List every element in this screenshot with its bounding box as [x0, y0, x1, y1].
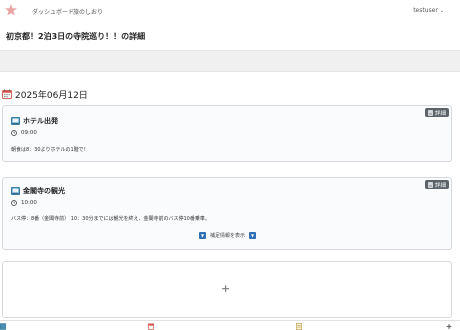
spot-icon[interactable]: [0, 323, 6, 330]
user-menu[interactable]: testuser ⌄: [413, 7, 444, 14]
memo-icon[interactable]: [296, 323, 302, 330]
show-extra-info-toggle[interactable]: ▼ 補足情報を表示 ▼: [199, 232, 257, 239]
spot-time: 09:00: [21, 130, 37, 136]
user-name: testuser: [413, 7, 438, 14]
bottom-toolbar: [0, 320, 460, 330]
divider-bar: [0, 50, 460, 72]
nav-create-link[interactable]: 旅のしおり: [73, 7, 103, 16]
document-icon: [428, 109, 433, 116]
spot-time: 10:00: [21, 200, 37, 206]
spot-card: 詳細 金閣寺の観光 10:00 バス停：8番（金閣寺前） 10：30分までには観…: [2, 177, 452, 250]
spot-title: 金閣寺の観光: [23, 187, 65, 195]
spot-title-row: ホテル出発: [11, 116, 58, 126]
star-logo-icon[interactable]: [4, 3, 18, 17]
detail-button-label: 詳細: [434, 110, 446, 117]
spot-time-row: 09:00: [11, 130, 37, 136]
navbar: ダッシュボード 旅のしおり testuser ⌄: [0, 0, 460, 24]
clock-icon: [11, 200, 17, 206]
plus-icon: +: [221, 282, 231, 295]
detail-button[interactable]: 詳細: [424, 180, 449, 189]
spot-time-row: 10:00: [11, 200, 37, 206]
spot-title-row: 金閣寺の観光: [11, 186, 65, 196]
chevron-down-icon: ▼: [199, 232, 206, 239]
page-title: 初京都！2泊3日の寺院巡り！！の詳細: [6, 32, 146, 41]
spot-icon: [11, 187, 20, 195]
clock-icon: [11, 130, 17, 136]
spot-title: ホテル出発: [23, 117, 58, 125]
spot-memo: バス停：8番（金閣寺前） 10：30分までには観光を終え、金閣寺前のバス停10番…: [11, 216, 210, 222]
nav-dashboard-link[interactable]: ダッシュボード: [32, 7, 74, 16]
spot-memo: 朝食は8：30よりホテルの1階で！: [11, 147, 89, 153]
chevron-down-icon: ⌄: [439, 8, 444, 14]
calendar-icon[interactable]: [148, 323, 154, 330]
toggle-label: 補足情報を表示: [210, 233, 246, 239]
calendar-icon: [2, 89, 12, 99]
add-spot-button[interactable]: +: [2, 261, 452, 318]
chevron-down-icon: ▼: [249, 232, 257, 239]
day-header: 2025年06月12日: [2, 88, 88, 101]
spot-card: 詳細 ホテル出発 09:00 朝食は8：30よりホテルの1階で！: [2, 105, 452, 162]
document-icon: [428, 181, 433, 188]
detail-button-label: 詳細: [434, 182, 446, 189]
day-date: 2025年06月12日: [15, 90, 88, 101]
detail-button[interactable]: 詳細: [424, 108, 449, 117]
plus-icon[interactable]: [446, 323, 452, 330]
spot-icon: [11, 117, 20, 125]
